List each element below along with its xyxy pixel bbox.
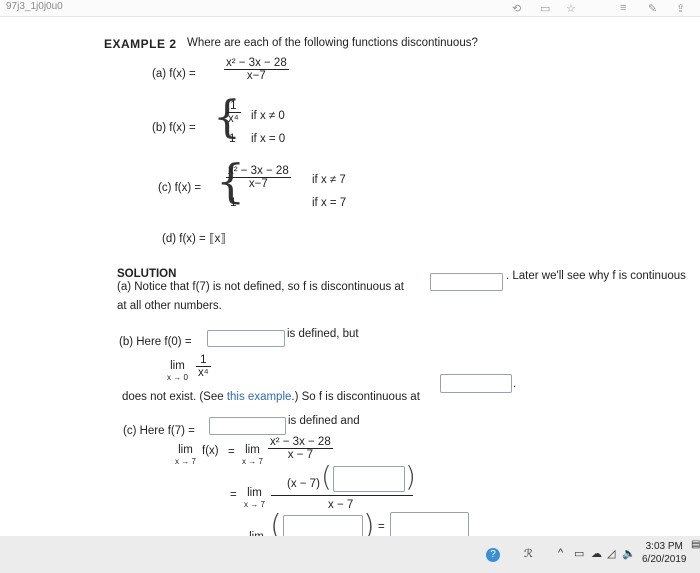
- help-icon[interactable]: ?: [486, 548, 500, 562]
- part-a-label: (a) f(x) =: [152, 68, 196, 80]
- solution-heading: SOLUTION: [117, 268, 177, 280]
- chevron-up-icon[interactable]: ^: [558, 547, 563, 559]
- part-c-label: (c) f(x) =: [158, 182, 202, 194]
- pen-icon[interactable]: ✎: [648, 2, 657, 15]
- part-c-case2-value: 1: [230, 197, 237, 209]
- reader-icon[interactable]: ▭: [540, 2, 550, 15]
- solution-b-line3: does not exist. (See this example.) So f…: [122, 391, 420, 403]
- solution-c-eq2: =: [230, 489, 237, 501]
- part-b-fraction: 1 x⁴: [226, 100, 241, 125]
- solution-c-lim-text-1: lim: [178, 444, 193, 456]
- solution-c-lim-sub-2: x → 7: [242, 457, 263, 466]
- solution-b-after: is defined, but: [287, 328, 359, 340]
- bookmark-icon[interactable]: ☆: [566, 2, 576, 15]
- open-paren: (: [321, 460, 332, 493]
- close-paren: ): [405, 460, 416, 493]
- solution-b-line3-post: .) So f is discontinuous at: [291, 391, 420, 403]
- answer-box-b-point[interactable]: [440, 374, 512, 393]
- solution-a-line2: at all other numbers.: [117, 300, 222, 312]
- back-icon[interactable]: ⟲: [512, 2, 521, 15]
- solution-c-limit-left: lim x → 7: [175, 444, 196, 467]
- solution-c-limit-right: lim x → 7: [242, 444, 263, 467]
- solution-c-lim-sub-1: x → 7: [175, 457, 196, 466]
- answer-box-b-f0[interactable]: [207, 330, 285, 347]
- part-b-numerator: 1: [226, 100, 241, 113]
- solution-b-frac-den: x⁴: [198, 367, 209, 379]
- clock[interactable]: 3:03 PM 6/20/2019: [642, 540, 687, 566]
- part-b-case2-condition: if x = 0: [251, 133, 286, 145]
- example-title: EXAMPLE 2: [104, 37, 177, 51]
- part-b-label: (b) f(x) =: [152, 122, 196, 134]
- solution-c-fx: f(x): [202, 445, 219, 457]
- share-icon[interactable]: ⇪: [676, 2, 685, 15]
- solution-a-line1: (a) Notice that f(7) is not defined, so …: [117, 281, 405, 293]
- battery-icon[interactable]: ▭: [574, 547, 584, 560]
- part-b-case1-condition: if x ≠ 0: [251, 110, 285, 122]
- solution-c-lim-sub-3: x → 7: [244, 500, 265, 509]
- solution-c-fraction-bar: [271, 495, 413, 496]
- solution-b-limit: lim x → 0: [167, 360, 188, 383]
- solution-c-limit-3: lim x → 7: [244, 487, 265, 510]
- solution-a-after: . Later we'll see why f is continuous: [506, 270, 686, 282]
- people-icon[interactable]: ℛ: [524, 547, 533, 560]
- browser-top-strip: 97j3_1j0j0u0 ⟲ ▭ ☆ ≡ ✎ ⇪: [0, 0, 700, 17]
- volume-icon[interactable]: 🔈: [622, 547, 636, 560]
- solution-c-num2: (x − 7): [287, 478, 320, 490]
- solution-c-fraction: x² − 3x − 28 x − 7: [268, 436, 333, 461]
- solution-c-lim-text-3: lim: [247, 487, 262, 499]
- part-d-label: (d) f(x) = ⟦x⟧: [162, 233, 227, 245]
- solution-c-eq1: =: [228, 446, 235, 458]
- solution-b-fraction: 1 x⁴: [196, 354, 211, 379]
- part-c-fraction: x² − 3x − 28 x−7: [226, 165, 291, 190]
- part-a-numerator: x² − 3x − 28: [224, 57, 289, 70]
- favorites-icon[interactable]: ≡: [620, 2, 626, 14]
- answer-box-c-factor[interactable]: [333, 466, 405, 492]
- solution-c-eq4: =: [378, 521, 385, 533]
- solution-b-line3-pre: does not exist. (See: [122, 391, 227, 403]
- part-a-denominator: x−7: [246, 70, 266, 82]
- clock-date: 6/20/2019: [642, 554, 687, 565]
- cloud-icon[interactable]: ☁: [591, 547, 602, 560]
- answer-box-c-f7[interactable]: [209, 417, 286, 435]
- solution-c-frac-num: x² − 3x − 28: [268, 436, 333, 449]
- solution-b-frac-num: 1: [196, 354, 211, 367]
- part-b-case2-value: 1: [229, 133, 236, 145]
- solution-c-after: is defined and: [288, 415, 360, 427]
- part-c-numerator: x² − 3x − 28: [226, 165, 291, 178]
- part-c-case2-condition: if x = 7: [312, 197, 347, 209]
- part-b-denominator: x⁴: [228, 113, 239, 125]
- solution-c-lim-text-2: lim: [245, 444, 260, 456]
- part-c-denominator: x−7: [248, 178, 268, 190]
- windows-taskbar: ? ℛ ^ ▭ ☁ ◿ 🔈 3:03 PM 6/20/2019 ▤: [0, 536, 700, 573]
- notification-icon[interactable]: ▤: [691, 539, 700, 550]
- solution-b-end: .: [513, 378, 517, 390]
- example-question: Where are each of the following function…: [187, 37, 478, 49]
- part-a-fraction: x² − 3x − 28 x−7: [224, 57, 289, 82]
- wifi-icon[interactable]: ◿: [607, 547, 615, 560]
- answer-box-a[interactable]: [430, 273, 503, 291]
- url-fragment: 97j3_1j0j0u0: [6, 1, 63, 12]
- solution-b-lim-sub: x → 0: [167, 373, 188, 382]
- solution-b-line1: (b) Here f(0) =: [119, 336, 192, 348]
- solution-c-line1: (c) Here f(7) =: [123, 425, 195, 437]
- solution-c-den2: x − 7: [328, 499, 354, 511]
- example-link[interactable]: this example: [227, 391, 292, 403]
- part-c-case1-condition: if x ≠ 7: [312, 174, 346, 186]
- clock-time: 3:03 PM: [645, 541, 683, 552]
- solution-b-lim-text: lim: [170, 360, 185, 372]
